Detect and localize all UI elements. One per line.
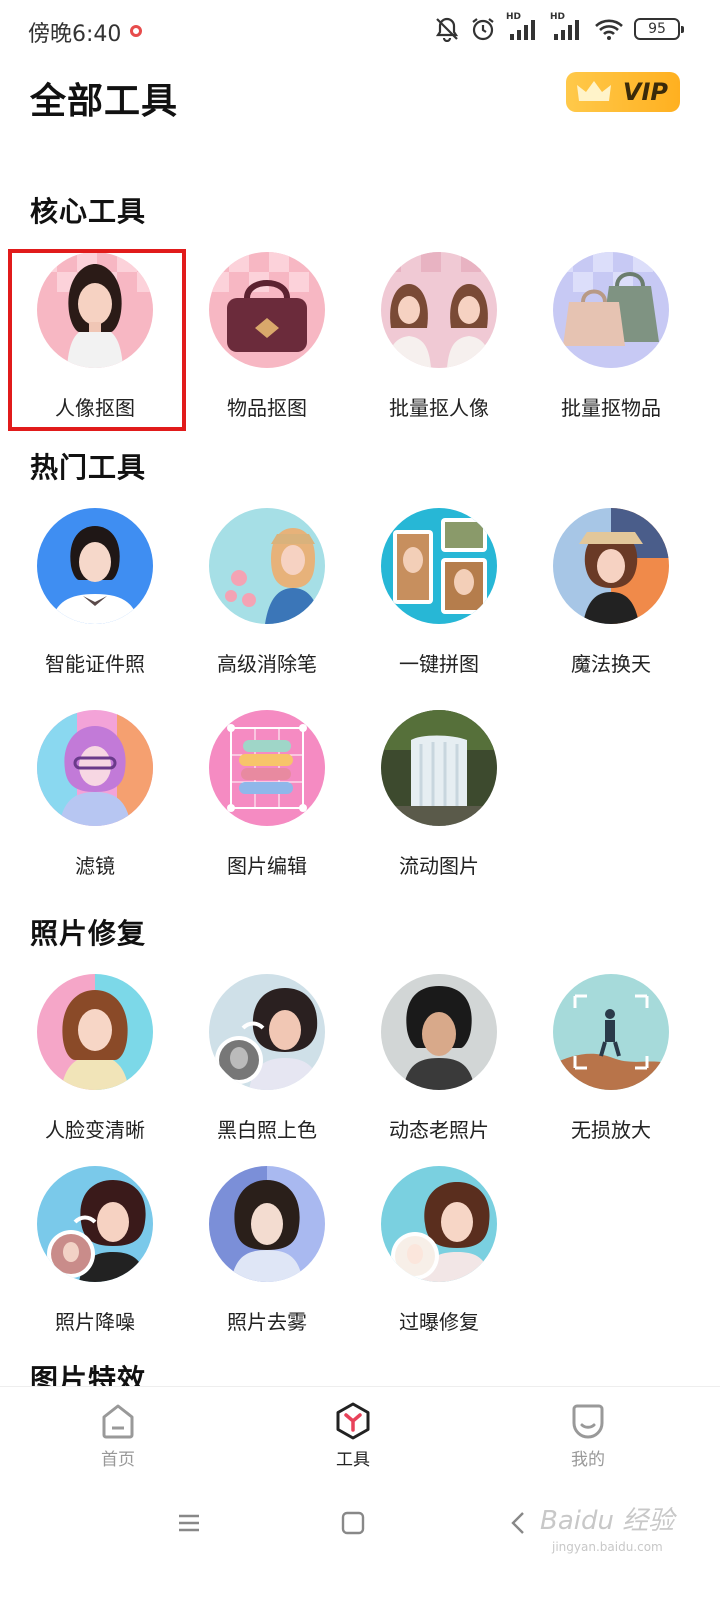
status-bar: 傍晚6:40 HD HD 95 bbox=[0, 0, 720, 60]
tool-label: 照片降噪 bbox=[55, 1310, 135, 1334]
signal-icon: HD bbox=[550, 12, 584, 42]
waterfall-thumbnail bbox=[381, 710, 497, 826]
tool-label: 物品抠图 bbox=[227, 396, 307, 420]
crown-icon bbox=[577, 81, 611, 101]
tool-lossless-upscale[interactable]: 无损放大 bbox=[525, 974, 697, 1154]
tool-flow-image[interactable]: 流动图片 bbox=[353, 710, 525, 890]
tool-denoise[interactable]: 照片降噪 bbox=[9, 1166, 181, 1346]
nav-item-tools[interactable]: 工具 bbox=[293, 1401, 413, 1481]
profile-icon bbox=[572, 1404, 604, 1439]
nav-item-profile[interactable]: 我的 bbox=[528, 1401, 648, 1481]
colorize-thumbnail bbox=[209, 974, 325, 1090]
watermark-url: jingyan.baidu.com bbox=[552, 1540, 663, 1554]
batch-bags-thumbnail bbox=[553, 252, 669, 368]
tool-colorize[interactable]: 黑白照上色 bbox=[181, 974, 353, 1154]
tool-label: 批量抠物品 bbox=[561, 396, 661, 420]
signal-icon: HD bbox=[506, 12, 540, 42]
collage-thumbnail bbox=[381, 508, 497, 624]
recording-indicator-icon bbox=[130, 25, 142, 37]
tool-magic-sky[interactable]: 魔法换天 bbox=[525, 508, 697, 688]
batch-portrait-thumbnail bbox=[381, 252, 497, 368]
status-icons: HD HD 95 bbox=[434, 12, 684, 44]
home-icon bbox=[102, 1404, 134, 1439]
tool-batch-portrait-cutout[interactable]: 批量抠人像 bbox=[353, 252, 525, 432]
tool-label: 动态老照片 bbox=[389, 1118, 489, 1142]
tool-label: 魔法换天 bbox=[571, 652, 651, 676]
portrait-thumbnail bbox=[37, 252, 153, 368]
tool-animate-old-photo[interactable]: 动态老照片 bbox=[353, 974, 525, 1154]
nav-item-home[interactable]: 首页 bbox=[58, 1401, 178, 1481]
menu-icon[interactable] bbox=[176, 1510, 202, 1536]
bottom-nav: 首页 工具 我的 bbox=[0, 1386, 720, 1486]
tool-label: 滤镜 bbox=[75, 854, 115, 878]
tool-label: 照片去雾 bbox=[227, 1310, 307, 1334]
tool-batch-object-cutout[interactable]: 批量抠物品 bbox=[525, 252, 697, 432]
tool-label: 一键拼图 bbox=[399, 652, 479, 676]
tool-label: 过曝修复 bbox=[399, 1310, 479, 1334]
tools-icon bbox=[336, 1402, 370, 1440]
tool-face-enhance[interactable]: 人脸变清晰 bbox=[9, 974, 181, 1154]
tool-overexposure-fix[interactable]: 过曝修复 bbox=[353, 1166, 525, 1346]
sky-thumbnail bbox=[553, 508, 669, 624]
page-title: 全部工具 bbox=[30, 81, 179, 122]
tool-label: 智能证件照 bbox=[45, 652, 145, 676]
filter-thumbnail bbox=[37, 710, 153, 826]
tool-label: 高级消除笔 bbox=[217, 652, 317, 676]
tool-label: 黑白照上色 bbox=[217, 1118, 317, 1142]
image-edit-thumbnail bbox=[209, 710, 325, 826]
tool-label: 流动图片 bbox=[399, 854, 479, 878]
handbag-thumbnail bbox=[209, 252, 325, 368]
tool-label: 人脸变清晰 bbox=[45, 1118, 145, 1142]
nav-label: 首页 bbox=[101, 1450, 135, 1470]
tool-label: 批量抠人像 bbox=[389, 396, 489, 420]
home-button-icon[interactable] bbox=[340, 1510, 366, 1536]
tool-filter[interactable]: 滤镜 bbox=[9, 710, 181, 890]
battery-icon: 95 bbox=[634, 18, 684, 40]
tool-portrait-cutout[interactable]: 人像抠图 bbox=[9, 252, 181, 432]
upscale-thumbnail bbox=[553, 974, 669, 1090]
back-icon[interactable] bbox=[506, 1510, 532, 1536]
face-enhance-thumbnail bbox=[37, 974, 153, 1090]
tool-label: 人像抠图 bbox=[55, 396, 135, 420]
tool-label: 无损放大 bbox=[571, 1118, 651, 1142]
status-time: 傍晚6:40 bbox=[28, 22, 122, 47]
section-title-core: 核心工具 bbox=[30, 195, 147, 228]
tool-label: 图片编辑 bbox=[227, 854, 307, 878]
old-photo-thumbnail bbox=[381, 974, 497, 1090]
vip-label: VIP bbox=[622, 78, 668, 106]
overexposure-thumbnail bbox=[381, 1166, 497, 1282]
nav-label: 我的 bbox=[571, 1450, 605, 1470]
eraser-thumbnail bbox=[209, 508, 325, 624]
mute-bell-icon bbox=[435, 17, 459, 42]
vip-button[interactable]: VIP bbox=[566, 72, 680, 112]
tool-eraser-pen[interactable]: 高级消除笔 bbox=[181, 508, 353, 688]
id-photo-thumbnail bbox=[37, 508, 153, 624]
alarm-icon bbox=[472, 18, 494, 41]
section-title-restore: 照片修复 bbox=[30, 917, 147, 950]
watermark-logo: Baidu 经验 bbox=[540, 1506, 675, 1536]
wifi-icon bbox=[595, 19, 623, 40]
tool-id-photo[interactable]: 智能证件照 bbox=[9, 508, 181, 688]
tool-dehaze[interactable]: 照片去雾 bbox=[181, 1166, 353, 1346]
section-title-popular: 热门工具 bbox=[30, 451, 147, 484]
denoise-thumbnail bbox=[37, 1166, 153, 1282]
tool-object-cutout[interactable]: 物品抠图 bbox=[181, 252, 353, 432]
tool-image-edit[interactable]: 图片编辑 bbox=[181, 710, 353, 890]
tool-collage[interactable]: 一键拼图 bbox=[353, 508, 525, 688]
nav-label: 工具 bbox=[336, 1450, 370, 1470]
dehaze-thumbnail bbox=[209, 1166, 325, 1282]
